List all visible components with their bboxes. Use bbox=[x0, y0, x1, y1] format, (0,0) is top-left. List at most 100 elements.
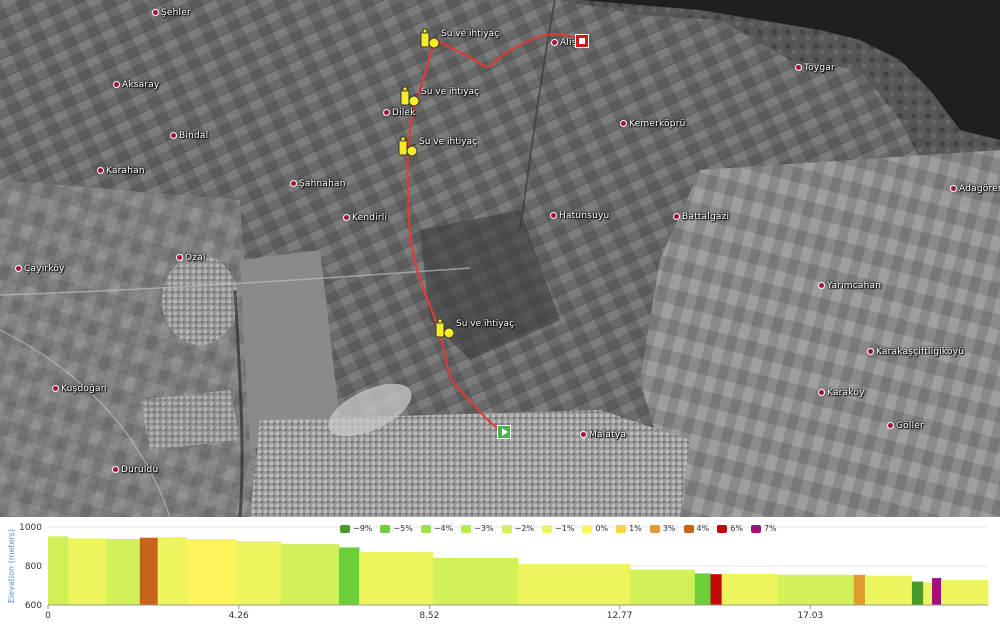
place-label[interactable]: Hatunsuyu bbox=[550, 211, 609, 221]
legend-item[interactable]: −2% bbox=[501, 524, 534, 533]
place-label[interactable]: Bindal bbox=[170, 131, 208, 141]
elevation-profile[interactable]: 600 800 1000 0 4.26 8.52 12.77 17.03 Elevation (… bbox=[0, 517, 1000, 625]
poi-label: Su ve ihtiyaç bbox=[441, 29, 500, 39]
place-name: Yarımcahan bbox=[827, 281, 882, 291]
y-tick-label: 1000 bbox=[19, 523, 42, 533]
place-pin-icon bbox=[152, 9, 159, 16]
place-label[interactable]: Dilek bbox=[383, 108, 416, 118]
legend-swatch bbox=[420, 524, 431, 533]
legend-item[interactable]: 4% bbox=[683, 524, 709, 533]
place-label[interactable]: Aksaray bbox=[113, 80, 160, 90]
legend-label: 1% bbox=[629, 524, 642, 533]
place-name: Adagören bbox=[959, 184, 1000, 194]
elevation-segment[interactable] bbox=[68, 538, 107, 605]
place-name: Özal bbox=[185, 253, 206, 263]
place-label[interactable]: Kemerköprü bbox=[620, 119, 686, 129]
legend-swatch bbox=[542, 524, 553, 533]
elevation-segment[interactable] bbox=[710, 574, 723, 605]
place-name: Toygar bbox=[804, 63, 835, 73]
legend-item[interactable]: −3% bbox=[461, 524, 494, 533]
elevation-segment[interactable] bbox=[721, 573, 779, 605]
elevation-segment[interactable] bbox=[157, 537, 188, 605]
place-name: Göller bbox=[896, 421, 924, 431]
poi-marker[interactable]: Su ve ihtiyaç bbox=[420, 28, 499, 50]
elevation-segment[interactable] bbox=[139, 537, 159, 605]
legend-swatch bbox=[501, 524, 512, 533]
elevation-segment[interactable] bbox=[694, 573, 711, 605]
place-pin-icon bbox=[112, 466, 119, 473]
place-label[interactable]: Karaköy bbox=[818, 388, 865, 398]
elevation-segment[interactable] bbox=[629, 569, 696, 605]
place-pin-icon bbox=[113, 81, 120, 88]
place-label[interactable]: Çayırköy bbox=[15, 264, 65, 274]
place-label[interactable]: Duruldu bbox=[112, 465, 158, 475]
y-tick-label: 600 bbox=[25, 601, 42, 611]
legend-item[interactable]: −4% bbox=[420, 524, 453, 533]
x-tick-label: 0 bbox=[45, 611, 51, 621]
legend-item[interactable]: 7% bbox=[750, 524, 777, 533]
place-label[interactable]: Battalgazi bbox=[673, 212, 729, 222]
place-pin-icon bbox=[867, 348, 874, 355]
poi-marker[interactable]: Su ve ihtiyaç bbox=[400, 86, 479, 108]
place-label[interactable]: Şehler bbox=[152, 8, 191, 18]
legend-item[interactable]: −9% bbox=[340, 524, 372, 533]
place-name: Dilek bbox=[392, 108, 416, 118]
legend-swatch bbox=[717, 524, 728, 533]
x-tick-label: 17.03 bbox=[797, 611, 823, 621]
x-tick-label: 8.52 bbox=[419, 611, 439, 621]
elevation-segment[interactable] bbox=[280, 544, 340, 605]
elevation-segment[interactable] bbox=[777, 574, 855, 605]
water-food-icon bbox=[400, 86, 420, 107]
legend-item[interactable]: 0% bbox=[582, 524, 608, 533]
elevation-segment[interactable] bbox=[359, 551, 434, 605]
place-label[interactable]: Karakaşçiftliğiköyü bbox=[867, 347, 964, 357]
place-name: Duruldu bbox=[121, 465, 159, 475]
water-food-icon bbox=[420, 28, 440, 49]
elevation-segment[interactable] bbox=[941, 579, 989, 605]
poi-marker[interactable]: Su ve ihtiyaç bbox=[398, 136, 477, 158]
elevation-segment[interactable] bbox=[911, 581, 924, 605]
elevation-segment[interactable] bbox=[48, 536, 69, 605]
elevation-segment[interactable] bbox=[932, 578, 942, 605]
legend-swatch bbox=[649, 524, 660, 533]
elevation-segment[interactable] bbox=[236, 541, 282, 605]
finish-flag-icon[interactable] bbox=[575, 34, 589, 48]
legend-label: 0% bbox=[595, 524, 609, 533]
place-label[interactable]: Karahan bbox=[97, 166, 145, 176]
place-name: Malatya bbox=[589, 430, 627, 440]
place-name: Aksaray bbox=[122, 80, 160, 90]
elevation-segment[interactable] bbox=[864, 575, 913, 605]
start-flag-icon[interactable] bbox=[497, 425, 511, 439]
water-food-icon bbox=[398, 136, 418, 157]
elevation-segment[interactable] bbox=[518, 563, 631, 605]
place-label[interactable]: Şahnahan bbox=[290, 179, 346, 189]
legend-item[interactable]: 3% bbox=[649, 524, 676, 533]
place-label[interactable]: Malatya bbox=[580, 430, 626, 440]
x-tick-label: 12.77 bbox=[607, 611, 633, 621]
elevation-segment[interactable] bbox=[338, 547, 360, 605]
place-label[interactable]: Adagören bbox=[950, 184, 1000, 194]
legend-item[interactable]: −5% bbox=[380, 524, 413, 533]
legend-swatch bbox=[750, 524, 761, 533]
elevation-segment[interactable] bbox=[923, 582, 933, 605]
place-pin-icon bbox=[383, 109, 390, 116]
elevation-segment[interactable] bbox=[432, 557, 519, 605]
elevation-segment[interactable] bbox=[186, 539, 237, 605]
place-label[interactable]: Kuşdoğan bbox=[52, 384, 107, 394]
legend-label: −1% bbox=[555, 524, 575, 533]
elevation-segment[interactable] bbox=[106, 539, 141, 605]
place-label[interactable]: Toygar bbox=[795, 63, 835, 73]
elevation-segment[interactable] bbox=[853, 574, 866, 605]
place-label[interactable]: Kendirli bbox=[343, 213, 387, 223]
map-imagery bbox=[0, 0, 1000, 517]
place-label[interactable]: Yarımcahan bbox=[818, 281, 881, 291]
poi-marker[interactable]: Su ve ihtiyaç bbox=[435, 318, 514, 340]
legend-item[interactable]: −1% bbox=[542, 524, 574, 533]
legend-item[interactable]: 6% bbox=[717, 524, 743, 533]
satellite-map[interactable]: Şehler Aksaray Bindal Karahan Şahnahan Kendir… bbox=[0, 0, 1000, 517]
place-label[interactable]: Özal bbox=[176, 253, 206, 263]
legend-item[interactable]: 1% bbox=[616, 524, 642, 533]
place-label[interactable]: Göller bbox=[887, 421, 924, 431]
place-pin-icon bbox=[673, 213, 680, 220]
y-tick-label: 800 bbox=[25, 562, 42, 572]
